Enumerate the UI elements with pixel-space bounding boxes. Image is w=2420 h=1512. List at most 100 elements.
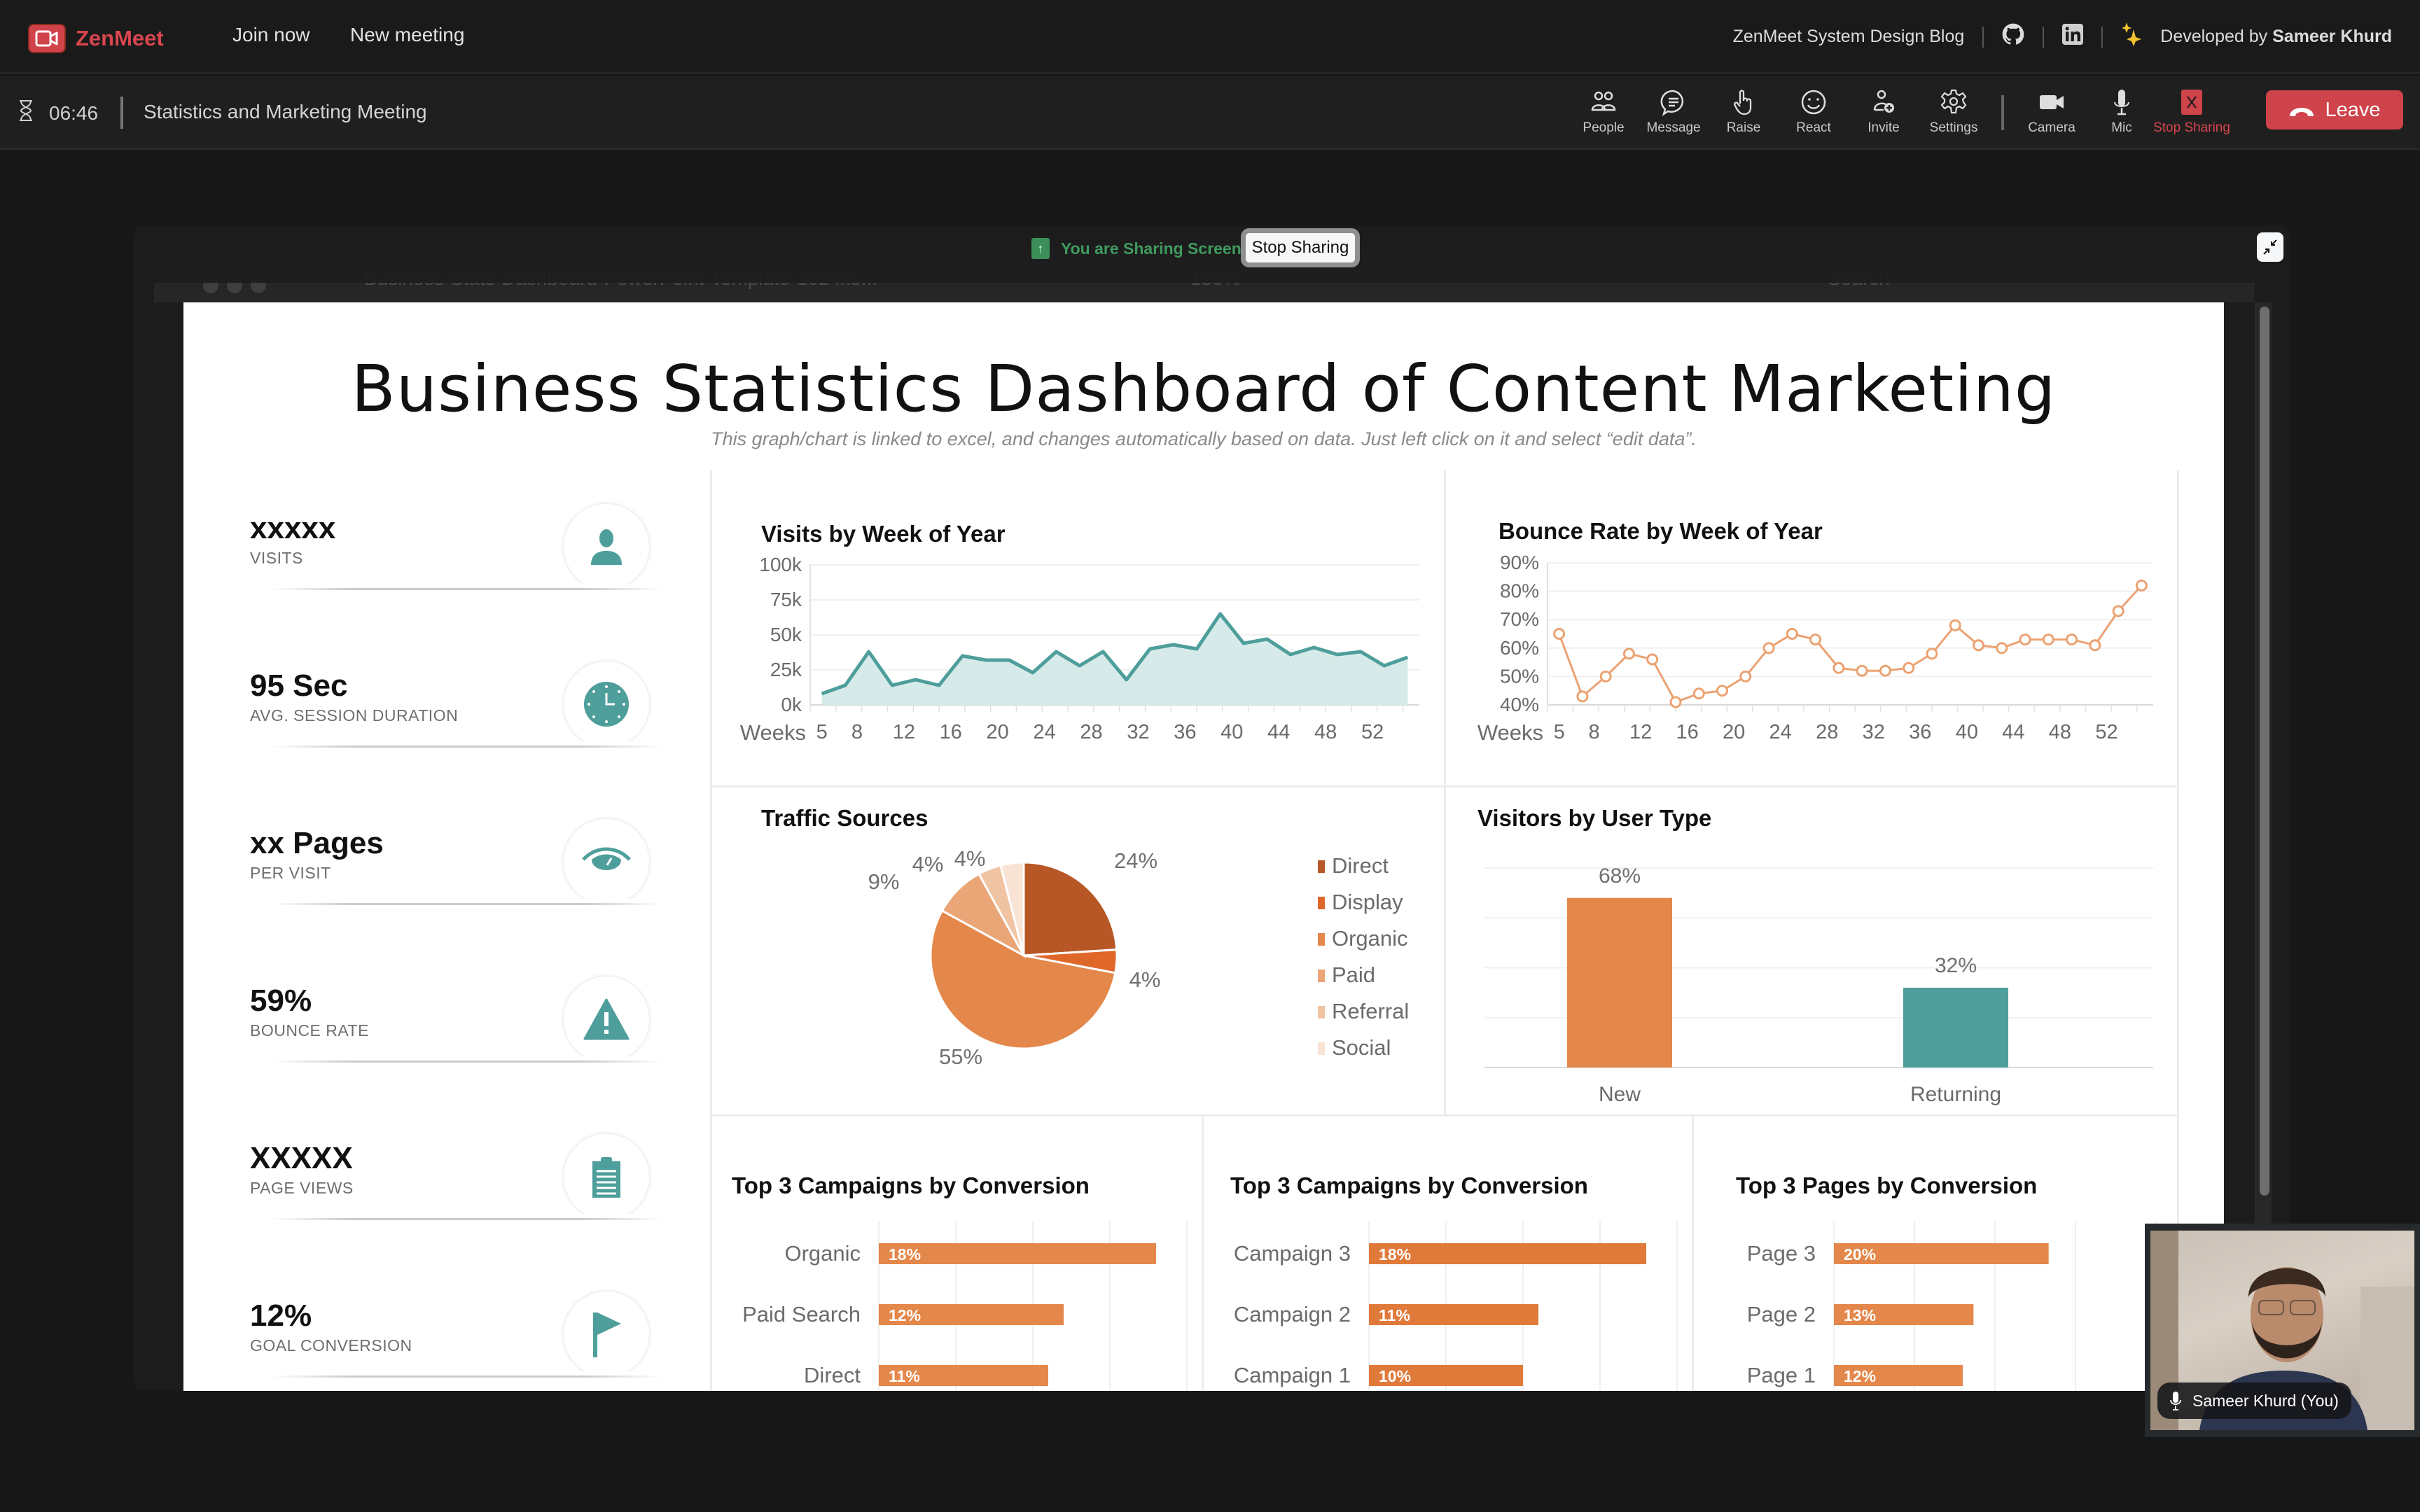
legend-label: Direct xyxy=(1332,853,1389,878)
data-point xyxy=(1576,690,1589,703)
leave-button[interactable]: Leave xyxy=(2266,90,2403,130)
scrollbar-thumb[interactable] xyxy=(2260,307,2269,1196)
x-tick-label: 28 xyxy=(1816,721,1838,743)
message-button[interactable]: Message xyxy=(1639,88,1709,136)
gear-icon xyxy=(1940,89,1967,114)
kpi-visits: xxxxx VISITS xyxy=(250,504,670,630)
bar-data-label: 10% xyxy=(1379,1367,1411,1385)
x-tick-label: 36 xyxy=(1909,721,1931,743)
x-tick-label: 5 xyxy=(1554,721,1565,743)
x-tick-label: 28 xyxy=(1080,721,1102,743)
slide-title: Business Statistics Dashboard of Content… xyxy=(351,351,2057,426)
raise-hand-icon xyxy=(1733,90,1752,115)
x-tick-label: 40 xyxy=(1221,721,1243,743)
join-now-link[interactable]: Join now xyxy=(232,24,310,46)
app-logo[interactable]: ZenMeet xyxy=(28,24,164,53)
area-fill xyxy=(821,614,1408,705)
bar-data-label: 18% xyxy=(1379,1245,1411,1264)
bar-data-label: 13% xyxy=(1844,1306,1876,1324)
people-icon xyxy=(1591,91,1616,111)
camera-feed: Sameer Khurd (You) xyxy=(2150,1231,2414,1430)
blog-link[interactable]: ZenMeet System Design Blog xyxy=(1733,27,1965,47)
developed-by: Developed by Sameer Khurd xyxy=(2160,27,2392,47)
data-point xyxy=(1622,648,1635,660)
new-meeting-link[interactable]: New meeting xyxy=(350,24,464,46)
x-category-label: Returning xyxy=(1910,1083,2001,1106)
data-point xyxy=(2019,634,2031,646)
settings-button[interactable]: Settings xyxy=(1919,88,1989,136)
linkedin-icon[interactable] xyxy=(2062,24,2084,50)
app-name: ZenMeet xyxy=(76,26,164,50)
y-category-label: Direct xyxy=(804,1363,861,1387)
react-button[interactable]: React xyxy=(1779,88,1849,136)
kpi-session-duration: 95 Sec AVG. SESSION DURATION xyxy=(250,662,670,788)
y-tick-label: 70% xyxy=(1500,608,1539,630)
x-tick-label: 24 xyxy=(1769,721,1792,743)
data-point xyxy=(1599,670,1612,682)
people-button[interactable]: People xyxy=(1569,88,1639,136)
sharing-status: ↑ You are Sharing Screen xyxy=(1031,238,1242,259)
x-tick-label: 44 xyxy=(2002,721,2024,743)
raise-hand-button[interactable]: Raise xyxy=(1709,88,1779,136)
kpi-page-views: XXXXX PAGE VIEWS xyxy=(250,1134,670,1260)
stop-sharing-control[interactable]: Stop Sharing xyxy=(2153,88,2230,136)
x-tick-label: 5 xyxy=(816,721,828,743)
bar-data-label: 20% xyxy=(1844,1245,1876,1264)
data-point xyxy=(1669,696,1682,708)
meeting-controls: People Message Raise React Invite Settin… xyxy=(1569,88,2230,136)
shared-screen: Business-Stats-Dashboard-PowerPoint-Temp… xyxy=(133,225,2290,1391)
invite-button[interactable]: Invite xyxy=(1849,88,1919,136)
camera-button[interactable]: Camera xyxy=(2017,88,2087,136)
pie-data-label: 4% xyxy=(912,852,944,876)
developer-name[interactable]: Sameer Khurd xyxy=(2272,27,2392,46)
data-point xyxy=(1879,664,1891,677)
x-tick-label: 20 xyxy=(1723,721,1745,743)
x-tick-label: 52 xyxy=(2095,721,2118,743)
bounce-chart-panel: Bounce Rate by Week of Year 40% 50% 60% 70%… xyxy=(1444,470,2179,785)
microphone-icon xyxy=(2170,1392,2181,1410)
x-tick-label: 16 xyxy=(1676,721,1698,743)
pie-slice xyxy=(1022,861,1118,957)
invite-user-icon xyxy=(1873,90,1894,113)
x-tick-label: 32 xyxy=(1127,721,1149,743)
divider xyxy=(2101,26,2103,48)
collapse-icon[interactable] xyxy=(2257,232,2283,262)
raise-label: Raise xyxy=(1726,120,1761,135)
y-category-label: Campaign 3 xyxy=(1234,1241,1351,1266)
y-category-label: Page 1 xyxy=(1747,1363,1816,1387)
y-category-label: Page 3 xyxy=(1747,1241,1816,1266)
y-tick-label: 100k xyxy=(759,554,802,575)
divider xyxy=(271,746,663,748)
bar-data-label: 32% xyxy=(1935,954,1977,977)
person-icon xyxy=(564,504,649,584)
y-tick-label: 90% xyxy=(1500,552,1539,573)
x-tick-label: 44 xyxy=(1267,721,1290,743)
settings-label: Settings xyxy=(1929,120,1978,135)
participant-name-chip: Sameer Khurd (You) xyxy=(2157,1382,2351,1419)
data-point xyxy=(1926,648,1938,660)
react-label: React xyxy=(1796,120,1831,135)
data-point xyxy=(1972,639,1984,652)
bar-data-label: 18% xyxy=(889,1245,921,1264)
legend-swatch xyxy=(1318,1042,1325,1055)
self-video-tile[interactable]: Sameer Khurd (You) xyxy=(2145,1224,2420,1437)
pie-data-label: 4% xyxy=(954,846,986,871)
bar xyxy=(1903,988,2008,1068)
legend-swatch xyxy=(1318,860,1325,873)
github-icon[interactable] xyxy=(2002,23,2024,50)
bar-data-label: 12% xyxy=(889,1306,921,1324)
kpi-bounce-rate: 59% BOUNCE RATE xyxy=(250,976,670,1102)
x-axis-label: Weeks xyxy=(740,720,806,745)
y-tick-label: 60% xyxy=(1500,637,1539,659)
y-tick-label: 50k xyxy=(770,624,802,645)
mic-label: Mic xyxy=(2111,120,2132,135)
eye-icon xyxy=(564,819,649,899)
legend-swatch xyxy=(1318,969,1325,982)
mic-button[interactable]: Mic xyxy=(2087,88,2157,136)
people-label: People xyxy=(1583,120,1625,135)
stop-sharing-button[interactable]: Stop Sharing xyxy=(1241,228,1360,267)
data-point xyxy=(1856,664,1868,677)
pie-data-label: 24% xyxy=(1114,848,1157,873)
visitors-bar-chart: 68% New 32% Returning xyxy=(1484,864,2153,1106)
x-tick-label: 8 xyxy=(851,721,863,743)
